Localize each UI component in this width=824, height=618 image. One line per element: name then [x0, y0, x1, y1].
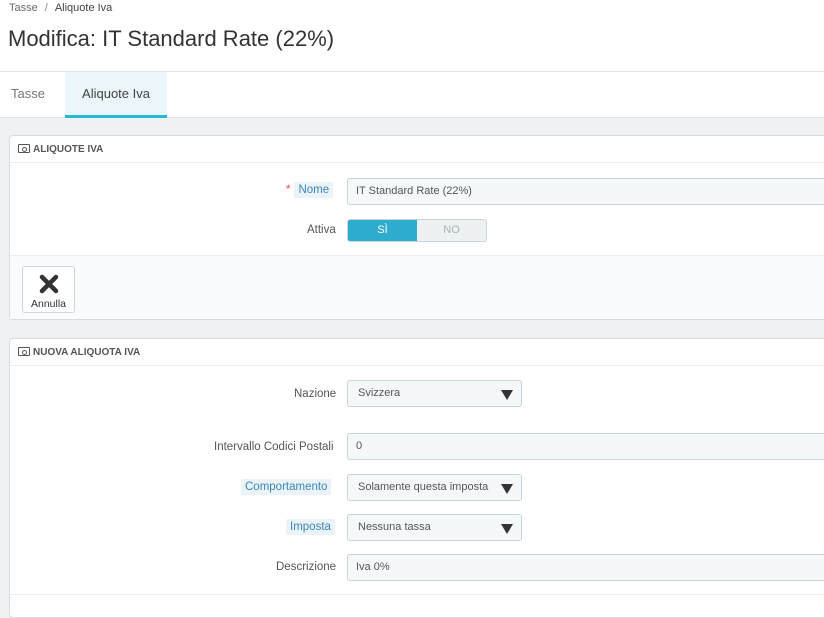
panel-heading-title: ALIQUOTE IVA [33, 144, 104, 155]
zipcode-label: Intervallo Codici Postali [214, 441, 334, 453]
breadcrumb-current: Aliquote Iva [54, 2, 113, 14]
required-mark: * [286, 184, 291, 196]
breadcrumb-separator: / [44, 2, 48, 14]
cancel-button[interactable]: Annulla [22, 266, 75, 313]
zipcode-input[interactable]: 0 [347, 433, 824, 460]
switch-yes-option[interactable]: SÌ [348, 220, 417, 241]
caret-down-icon [501, 524, 513, 534]
page-title: Modifica: IT Standard Rate (22%) [8, 26, 335, 51]
tab-taxes[interactable]: Tasse [0, 72, 56, 118]
behavior-select-value: Solamente questa imposta [358, 481, 489, 493]
behavior-select[interactable]: Solamente questa imposta [347, 474, 522, 501]
panel-heading-title: NUOVA ALIQUOTA IVA [33, 347, 141, 358]
country-select-value: Svizzera [358, 387, 401, 399]
tax-label-group: Imposta [286, 519, 335, 535]
tab-bar: Tasse Aliquote Iva [0, 72, 824, 118]
money-icon [18, 144, 30, 153]
panel-heading: ALIQUOTE IVA [10, 136, 824, 163]
panel-heading: NUOVA ALIQUOTA IVA [10, 339, 824, 366]
close-icon [39, 274, 59, 294]
country-label: Nazione [294, 388, 337, 400]
cancel-button-label: Annulla [30, 298, 67, 310]
money-icon [18, 347, 30, 356]
tax-label: Imposta [286, 519, 335, 535]
description-label: Descrizione [276, 561, 337, 573]
name-input[interactable]: IT Standard Rate (22%) [347, 178, 824, 205]
description-input[interactable]: Iva 0% [347, 554, 824, 581]
behavior-label-group: Comportamento [241, 479, 332, 495]
page-header: Tasse / Aliquote Iva Modifica: IT Standard… [0, 0, 824, 72]
behavior-label: Comportamento [241, 479, 332, 495]
name-label: Nome [294, 182, 334, 198]
divider [10, 594, 824, 595]
caret-down-icon [501, 390, 513, 400]
country-select[interactable]: Svizzera [347, 380, 522, 407]
breadcrumb-parent[interactable]: Tasse [9, 2, 38, 14]
active-label: Attiva [307, 224, 336, 236]
switch-no-option[interactable]: NO [417, 220, 486, 241]
panel-footer: Annulla [10, 255, 824, 319]
breadcrumb: Tasse / Aliquote Iva [9, 2, 112, 14]
tax-rule-panel: ALIQUOTE IVA * Nome IT Standard Rate (22%… [9, 135, 824, 320]
new-tax-rule-panel: NUOVA ALIQUOTA IVA Nazione Svizzera Inte… [9, 338, 824, 618]
caret-down-icon [501, 484, 513, 494]
active-switch[interactable]: SÌ NO [347, 219, 487, 242]
tab-tax-rules[interactable]: Aliquote Iva [65, 72, 167, 118]
tax-select-value: Nessuna tassa [358, 521, 431, 533]
tax-select[interactable]: Nessuna tassa [347, 514, 522, 541]
name-label-group: * Nome [286, 182, 334, 198]
